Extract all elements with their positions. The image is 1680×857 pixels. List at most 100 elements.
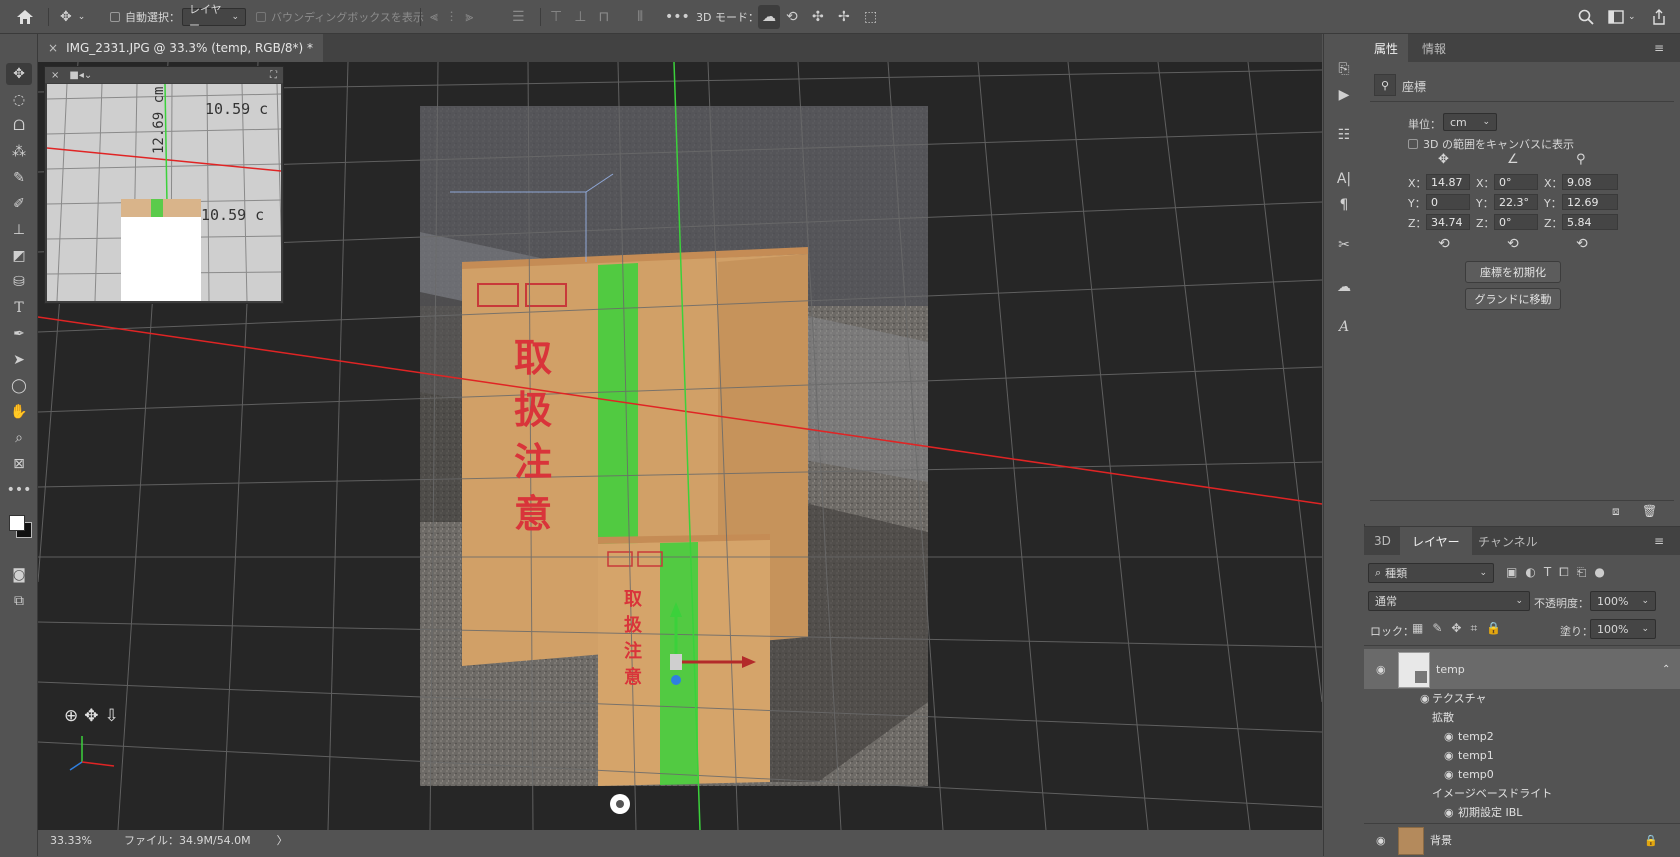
align-vertical-buttons[interactable]: ⊤⊥⊓ [550,0,621,33]
visibility-eye-icon[interactable]: ◉ [1444,806,1454,819]
layer-row-ibl-default[interactable]: ◉ 初期設定 IBL [1364,803,1680,821]
share-icon[interactable] [1652,0,1666,33]
auto-select-checkbox[interactable]: 自動選択： [110,0,180,33]
reset-rotation-icon[interactable]: ⟲ [1507,236,1519,252]
layer-filter-icons[interactable]: ▣ ◐ T ⧠ ⎗ ● [1506,565,1605,580]
pos-z-field[interactable]: 34.74 [1426,214,1470,230]
align-buttons[interactable]: ⫷⫶⫸ [430,0,485,33]
collapse-icon[interactable]: ⌃ [1662,664,1670,675]
glyphs-icon[interactable]: A [1332,316,1356,338]
color-swatches[interactable] [6,512,32,538]
visibility-eye-icon[interactable]: ◉ [1444,730,1454,743]
visibility-eye-icon[interactable]: ◉ [1420,692,1430,705]
actions-play-icon[interactable]: ▶ [1332,84,1356,106]
lasso-tool-icon[interactable]: ᗝ [6,115,32,137]
filter-pixel-icon[interactable]: ▣ [1506,565,1517,580]
coordinates-icon[interactable]: ⚲ [1374,74,1396,96]
layer-row-temp0[interactable]: ◉ temp0 [1364,765,1680,783]
layer-row-texture[interactable]: ◉ テクスチャ [1364,689,1680,707]
canvas-area[interactable]: 取 扱 注 意 取 扱 注 意 × ■◂⌄ ⛶ 10.59 c 12.69 cm… [38,62,1322,830]
character-icon[interactable]: A| [1332,168,1356,190]
visibility-eye-icon[interactable]: ◉ [1444,768,1454,781]
pos-x-field[interactable]: 14.87 [1426,174,1470,190]
tab-channels[interactable]: チャンネル [1468,527,1548,555]
filter-adjustment-icon[interactable]: ◐ [1525,565,1535,580]
panel-menu-icon[interactable]: ≡ [1654,527,1664,555]
slide-3d-icon[interactable]: ✢ [838,0,850,33]
rot-x-field[interactable]: 0° [1494,174,1538,190]
tab-properties[interactable]: 属性 [1364,34,1409,62]
pos-y-field[interactable]: 0 [1426,194,1470,210]
lock-pixels-icon[interactable]: ✎ [1432,621,1442,636]
filter-shape-icon[interactable]: ⧠ [1559,565,1569,580]
auto-select-dropdown[interactable]: レイヤー ⌄ [182,0,246,33]
visibility-eye-icon[interactable]: ◉ [1376,663,1386,676]
search-icon[interactable] [1578,0,1594,33]
move-tool-icon[interactable]: ✥ [6,63,32,85]
screen-mode-icon[interactable]: ⧉ [6,590,32,612]
lock-position-icon[interactable]: ✥ [1451,621,1461,636]
pen-tool-icon[interactable]: ✒ [6,323,32,345]
workspace-icon[interactable]: ⌄ [1608,0,1636,33]
move-to-ground-button[interactable]: グランドに移動 [1465,288,1561,310]
layer-row-background[interactable]: ◉ 背景 🔒 [1364,825,1680,855]
camera-icon[interactable]: ■◂⌄ [69,70,92,81]
eyedropper-tool-icon[interactable]: ✎ [6,167,32,189]
bounding-box-checkbox[interactable]: バウンディングボックスを表示 [256,0,424,33]
pan-3d-icon[interactable]: ✣ [812,0,824,33]
document-tab[interactable]: × IMG_2331.JPG @ 33.3% (temp, RGB/8*) * [38,34,323,62]
opacity-field[interactable]: 100% ⌄ [1590,591,1656,611]
tab-layers[interactable]: レイヤー [1400,527,1472,555]
layer-filter-dropdown[interactable]: ⌕ 種類 ⌄ [1368,563,1494,583]
layer-row-temp2[interactable]: ◉ temp2 [1364,727,1680,745]
rot-y-field[interactable]: 22.3° [1494,194,1538,210]
layer-row-temp[interactable]: ◉ temp ⌃ [1364,649,1680,689]
path-selection-tool-icon[interactable]: ➤ [6,349,32,371]
fill-field[interactable]: 100% ⌄ [1590,619,1656,639]
reset-position-icon[interactable]: ⟲ [1438,236,1450,252]
expand-icon[interactable]: ⛶ [270,70,277,81]
paint-bucket-tool-icon[interactable]: ⛁ [6,271,32,293]
history-icon[interactable]: ⎘ [1332,58,1356,80]
lock-all-icon[interactable]: 🔒 [1486,621,1501,636]
scale-x-field[interactable]: 9.08 [1562,174,1618,190]
visibility-eye-icon[interactable]: ◉ [1376,834,1386,847]
rot-z-field[interactable]: 0° [1494,214,1538,230]
marquee-tool-icon[interactable]: ◌ [6,89,32,111]
visibility-eye-icon[interactable]: ◉ [1444,749,1454,762]
zoom-tool-icon[interactable]: ⌕ [6,427,32,449]
type-tool-icon[interactable]: T [6,297,32,319]
scale-3d-icon[interactable]: ⬚ [864,0,877,33]
stamp-tool-icon[interactable]: ⊥ [6,219,32,241]
zoom-level[interactable]: 33.33% [50,834,110,847]
close-icon[interactable]: × [48,41,58,55]
scale-z-field[interactable]: 5.84 [1562,214,1618,230]
tab-3d[interactable]: 3D [1364,527,1401,555]
close-icon[interactable]: × [51,70,59,81]
paragraph-icon[interactable]: ¶ [1332,194,1356,216]
filter-toggle-icon[interactable]: ● [1594,565,1604,580]
lock-transparent-icon[interactable]: ▦ [1412,621,1423,636]
tool-presets-icon[interactable]: ✂ [1332,234,1356,256]
render-icon[interactable]: ⧈ [1612,504,1620,519]
status-menu-arrow[interactable]: 〉 [277,832,288,848]
reset-scale-icon[interactable]: ⟲ [1576,236,1588,252]
frame-tool-icon[interactable]: ⊠ [6,453,32,475]
roll-3d-icon[interactable]: ⟲ [786,0,798,33]
orbit-3d-icon[interactable]: ☁ [758,5,780,29]
panel-menu-icon[interactable]: ≡ [1654,34,1664,62]
distribute-vertical-icon[interactable]: ⦀ [637,0,643,33]
filter-smart-icon[interactable]: ⎗ [1577,565,1587,580]
scale-y-field[interactable]: 12.69 [1562,194,1618,210]
edit-toolbar-icon[interactable]: ••• [6,479,32,501]
filter-type-icon[interactable]: T [1544,565,1551,580]
layer-row-ibl-group[interactable]: イメージベースドライト [1364,784,1680,802]
home-icon[interactable] [16,0,34,33]
secondary-view[interactable]: × ■◂⌄ ⛶ 10.59 c 12.69 cm 10.59 c [44,66,284,304]
blend-mode-dropdown[interactable]: 通常 ⌄ [1368,591,1530,611]
adjustments-icon[interactable]: ☷ [1332,124,1356,146]
tab-info[interactable]: 情報 [1412,34,1456,62]
lock-artboard-icon[interactable]: ⌗ [1470,621,1477,636]
eraser-tool-icon[interactable]: ◩ [6,245,32,267]
unit-dropdown[interactable]: cm ⌄ [1443,113,1497,131]
